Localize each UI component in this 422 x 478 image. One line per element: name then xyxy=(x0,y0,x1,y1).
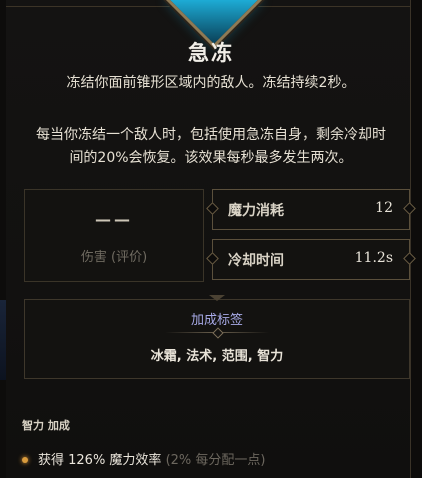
bonus-extra-text: (2% 每分配一点) xyxy=(165,453,266,468)
bonus-tags-box: 加成标签 冰霜, 法术, 范围, 智力 xyxy=(24,295,410,379)
tags-list: 冰霜, 法术, 范围, 智力 xyxy=(150,349,284,364)
stat-label: 冷却时间 xyxy=(228,253,284,269)
cooldown-stat: 冷却时间 11.2s xyxy=(206,239,416,280)
attribute-bonus-row: 获得 126% 魔力效率 (2% 每分配一点) xyxy=(22,449,265,468)
stat-value: 12 xyxy=(375,200,393,216)
skill-effect-line-2: 间的20%会恢复。该效果每秒最多发生两次。 xyxy=(69,150,353,166)
attribute-bonus-title: 智力 加成 xyxy=(22,419,70,432)
stat-value: 11.2s xyxy=(354,250,393,266)
skill-effect-line-1: 每当你冻结一个敌人时，包括使用急冻自身，剩余冷却时 xyxy=(36,127,386,143)
background-edge xyxy=(0,300,6,380)
damage-box: —— 伤害 (评价) xyxy=(24,189,204,282)
divider xyxy=(165,332,269,333)
damage-label: 伤害 (评价) xyxy=(80,250,148,265)
tags-title: 加成标签 xyxy=(190,313,243,328)
ornament-icon xyxy=(209,295,225,301)
bullet-icon xyxy=(22,456,28,463)
ornament-icon xyxy=(403,202,416,215)
damage-value: —— xyxy=(95,210,133,229)
skill-effect-description: 每当你冻结一个敌人时，包括使用急冻自身，剩余冷却时 间的20%会恢复。该效果每秒… xyxy=(20,124,402,170)
skill-description: 冻结你面前锥形区域内的敌人。冻结持续2秒。 xyxy=(66,75,356,91)
skill-title: 急冻 xyxy=(188,41,234,65)
bonus-main-text: 获得 126% 魔力效率 xyxy=(38,453,162,468)
mana-cost-stat: 魔力消耗 12 xyxy=(206,189,416,230)
stat-label: 魔力消耗 xyxy=(228,203,284,219)
ornament-icon xyxy=(403,252,416,265)
